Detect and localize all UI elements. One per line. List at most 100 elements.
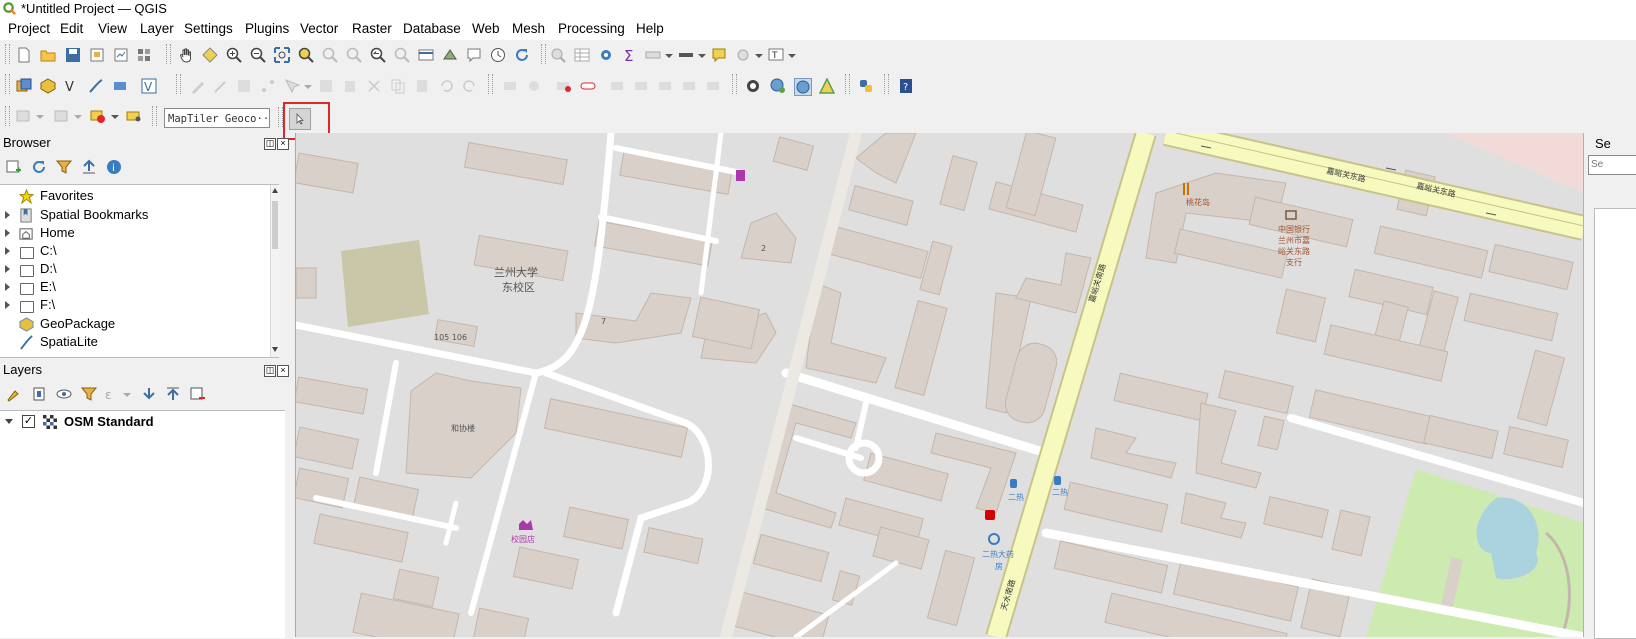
enable-properties-icon[interactable]: i [106, 159, 122, 175]
undo-icon[interactable] [438, 78, 454, 94]
menu-view[interactable]: View [98, 21, 127, 36]
tree-item-drive-d[interactable]: D:\ [0, 260, 270, 279]
new-project-icon[interactable] [16, 47, 32, 63]
dropdown-arrow-icon[interactable] [123, 393, 131, 397]
vertex-tool-icon[interactable] [284, 78, 300, 94]
python-console-icon[interactable] [858, 78, 874, 94]
menu-help[interactable]: Help [636, 21, 664, 36]
expand-arrow-icon[interactable] [5, 265, 10, 273]
filter-by-expression-icon[interactable]: ε [103, 386, 119, 402]
right-panel-list[interactable] [1594, 208, 1636, 639]
menu-settings[interactable]: Settings [184, 21, 233, 36]
new-print-layout-icon[interactable] [89, 47, 105, 63]
tree-item-drive-e[interactable]: E:\ [0, 278, 270, 297]
deselect-features-icon[interactable] [90, 108, 106, 124]
toolbar-grip[interactable] [166, 44, 171, 64]
menu-processing[interactable]: Processing [558, 21, 625, 36]
toolbar-grip[interactable] [541, 44, 546, 64]
tree-item-drive-c[interactable]: C:\ [0, 242, 270, 261]
remove-layer-icon[interactable] [190, 386, 206, 402]
map-canvas[interactable]: 兰州大学 东校区 105 106 2 7 和协楼 校园店 桃花岛 中国银行 兰州… [295, 133, 1584, 637]
zoom-next-icon[interactable] [394, 47, 410, 63]
geometry-checker-icon[interactable] [819, 78, 835, 94]
diagram-tool-icon[interactable] [526, 78, 542, 94]
measure-icon[interactable] [678, 47, 694, 63]
expand-arrow-icon[interactable] [5, 283, 10, 291]
label-toolbar-icon[interactable]: T [768, 47, 784, 63]
toolbar-grip[interactable] [488, 74, 493, 94]
menu-project[interactable]: Project [8, 21, 50, 36]
toolbar-grip[interactable] [5, 106, 10, 126]
toolbar-grip[interactable] [176, 74, 181, 94]
layout-manager-icon[interactable] [113, 47, 129, 63]
expression-select-icon[interactable] [126, 108, 142, 124]
toolbar-grip[interactable] [5, 74, 10, 94]
menu-vector[interactable]: Vector [300, 21, 338, 36]
rotate-label-icon[interactable] [634, 78, 650, 94]
add-selected-layers-icon[interactable] [6, 159, 22, 175]
current-edits-icon[interactable] [190, 78, 206, 94]
delete-selected-icon[interactable] [342, 78, 358, 94]
tree-item-drive-f[interactable]: F:\ [0, 296, 270, 315]
filter-browser-icon[interactable] [56, 159, 72, 175]
dropdown-arrow-icon[interactable] [788, 54, 796, 58]
new-map-view-icon[interactable] [418, 47, 434, 63]
osm-place-search-icon[interactable] [794, 78, 812, 96]
modify-attributes-icon[interactable] [318, 78, 334, 94]
pan-icon[interactable] [178, 47, 194, 63]
dropdown-arrow-icon[interactable] [74, 115, 82, 119]
expand-arrow-icon[interactable] [5, 247, 10, 255]
layer-visibility-checkbox[interactable]: ✓ [22, 415, 35, 428]
paste-features-icon[interactable] [414, 78, 430, 94]
new-geopackage-icon[interactable] [40, 78, 56, 94]
processing-toolbox-icon[interactable] [598, 47, 614, 63]
save-edits-icon[interactable] [236, 78, 252, 94]
tree-item-spatial-bookmarks[interactable]: Spatial Bookmarks [0, 206, 270, 225]
toolbar-grip[interactable] [884, 74, 889, 94]
expand-arrow-icon[interactable] [5, 229, 10, 237]
toolbar-grip[interactable] [152, 106, 157, 126]
zoom-to-selection-icon[interactable] [298, 47, 314, 63]
dropdown-arrow-icon[interactable] [698, 54, 706, 58]
temporal-controller-icon[interactable] [490, 47, 506, 63]
digitize-icon[interactable] [260, 78, 276, 94]
new-vector-layer-icon[interactable]: V [64, 78, 80, 94]
zoom-native-icon[interactable] [346, 47, 362, 63]
add-group-icon[interactable] [31, 386, 47, 402]
menu-plugins[interactable]: Plugins [245, 21, 289, 36]
decorations-icon[interactable] [735, 47, 751, 63]
dropdown-arrow-icon[interactable] [36, 115, 44, 119]
refresh-icon[interactable] [514, 47, 530, 63]
add-virtual-layer-icon[interactable]: V [141, 78, 157, 94]
float-panel-icon[interactable]: ◫ [264, 138, 276, 150]
style-layer-icon[interactable] [6, 386, 22, 402]
label-properties-icon[interactable] [706, 78, 722, 94]
help-contents-icon[interactable]: ? [898, 78, 914, 94]
expand-arrow-icon[interactable] [5, 301, 10, 309]
data-source-manager-icon[interactable] [16, 78, 32, 94]
collapse-arrow-icon[interactable] [5, 419, 13, 424]
new-spatialite-icon[interactable] [88, 78, 104, 94]
close-panel-icon[interactable]: × [277, 365, 289, 377]
scroll-up-icon[interactable] [272, 188, 278, 193]
select-by-value-icon[interactable] [54, 108, 70, 124]
select-features-icon[interactable] [16, 108, 32, 124]
geocoder-search-input[interactable]: MapTiler Geoco··· [164, 108, 270, 128]
zoom-full-icon[interactable] [274, 47, 290, 63]
open-attribute-table-icon[interactable] [574, 47, 590, 63]
scroll-thumb[interactable] [272, 201, 278, 249]
scroll-down-icon[interactable] [272, 347, 278, 352]
filter-legend-icon[interactable] [81, 386, 97, 402]
zoom-last-icon[interactable] [370, 47, 386, 63]
menu-web[interactable]: Web [472, 21, 500, 36]
zoom-in-icon[interactable] [226, 47, 242, 63]
label-tool-icon[interactable] [502, 78, 518, 94]
identify-features-icon[interactable] [550, 47, 566, 63]
new-virtual-layer-icon[interactable] [112, 78, 128, 94]
dropdown-arrow-icon[interactable] [665, 54, 673, 58]
tree-item-home[interactable]: Home [0, 224, 270, 243]
toolbar-grip[interactable] [845, 74, 850, 94]
toolbar-grip[interactable] [5, 44, 10, 64]
save-project-icon[interactable] [65, 47, 81, 63]
pin-labels-icon[interactable] [556, 78, 572, 94]
